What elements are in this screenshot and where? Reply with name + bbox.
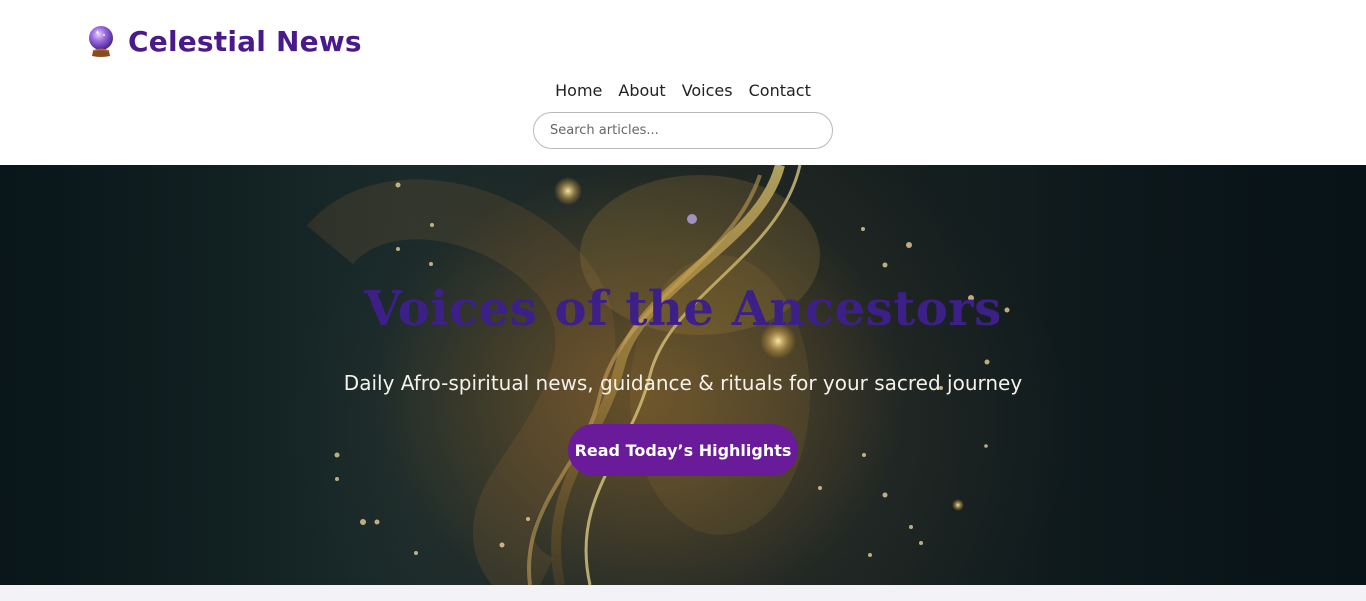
crystal-ball-icon bbox=[86, 24, 116, 58]
search-input[interactable] bbox=[533, 112, 833, 149]
nav-home[interactable]: Home bbox=[555, 79, 602, 103]
hero-subtitle: Daily Afro-spiritual news, guidance & ri… bbox=[343, 371, 1023, 395]
content-area-start bbox=[0, 585, 1366, 601]
hero-title: Voices of the Ancestors bbox=[364, 281, 1002, 337]
site-title: Celestial News bbox=[128, 24, 362, 58]
main-nav: Home About Voices Contact bbox=[0, 79, 1366, 103]
nav-voices[interactable]: Voices bbox=[682, 79, 733, 103]
brand[interactable]: Celestial News bbox=[86, 22, 362, 60]
nav-about[interactable]: About bbox=[618, 79, 665, 103]
read-highlights-button[interactable]: Read Today’s Highlights bbox=[568, 424, 798, 476]
site-header: Celestial News Home About Voices Contact bbox=[0, 0, 1366, 165]
hero-banner: Voices of the Ancestors Daily Afro-spiri… bbox=[0, 165, 1366, 585]
nav-contact[interactable]: Contact bbox=[749, 79, 811, 103]
